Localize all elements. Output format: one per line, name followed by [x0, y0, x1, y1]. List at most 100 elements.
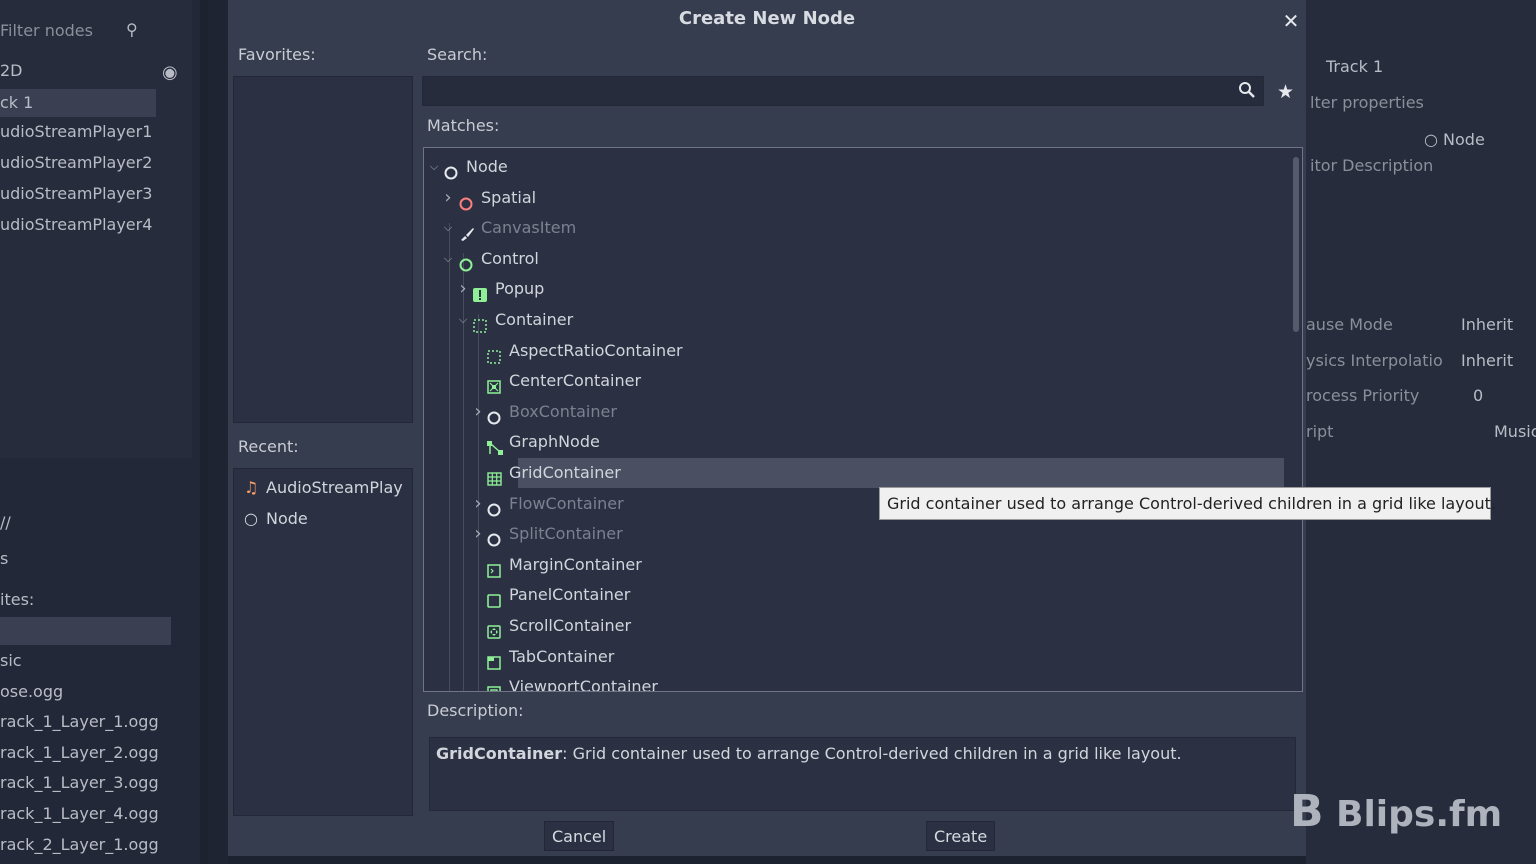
inspector-prop-value[interactable]: Inherit: [1461, 351, 1513, 370]
inspector-prop-name: rocess Priority: [1306, 386, 1420, 405]
recent-label: Recent:: [238, 437, 299, 456]
chevron-down-icon[interactable]: ⌵: [428, 152, 440, 182]
tree-item-popup[interactable]: › Popup: [424, 274, 1284, 304]
fs-path: //: [0, 513, 11, 532]
scene-filter-input[interactable]: Filter nodes: [0, 21, 93, 40]
tree-item-graphnode[interactable]: GraphNode: [424, 427, 1284, 457]
tree-item-control[interactable]: ⌵ Control: [424, 244, 1284, 274]
editor-gutter: [208, 0, 228, 864]
inspector-filter-input[interactable]: lter properties: [1310, 93, 1424, 112]
close-icon[interactable]: ✕: [1280, 10, 1302, 32]
chevron-down-icon[interactable]: ⌵: [442, 244, 454, 274]
chevron-down-icon[interactable]: ⌵: [442, 213, 454, 243]
tree-item-container[interactable]: ⌵ Container: [424, 305, 1284, 335]
flow-circle-icon: [487, 497, 503, 517]
search-icon: ⚲: [126, 20, 138, 39]
matches-label: Matches:: [427, 116, 500, 135]
create-button[interactable]: Create: [926, 821, 996, 851]
file-item[interactable]: rack_1_Layer_3.ogg: [0, 773, 159, 792]
split-circle-icon: [487, 527, 503, 547]
tab-container-icon: [487, 650, 503, 670]
inspector-editor-description: itor Description: [1310, 156, 1434, 175]
tree-item-viewportcontainer[interactable]: ViewportContainer: [424, 672, 1284, 692]
panel-container-icon: [487, 588, 503, 609]
chevron-right-icon[interactable]: ›: [472, 397, 484, 427]
tree-scrollbar[interactable]: [1293, 157, 1299, 332]
tree-item-label: GraphNode: [509, 432, 600, 452]
fs-selected-row[interactable]: [0, 617, 171, 645]
scroll-container-icon: [487, 619, 503, 639]
brush-icon: [459, 221, 475, 242]
grid-container-icon: [487, 466, 503, 486]
favorite-star-icon[interactable]: ★: [1277, 82, 1297, 102]
chevron-right-icon[interactable]: ›: [472, 519, 484, 549]
viewport-container-icon: [487, 680, 503, 691]
search-input[interactable]: [422, 76, 1264, 106]
search-icon: [1238, 80, 1256, 100]
tree-item-label: FlowContainer: [509, 493, 624, 513]
tree-item-label: PanelContainer: [509, 585, 631, 605]
tree-item-label: ViewportContainer: [509, 677, 658, 692]
tree-item-label: Control: [481, 248, 539, 268]
visibility-eye-icon[interactable]: ◉: [162, 62, 178, 83]
graph-node-icon: [487, 435, 503, 456]
tree-item-margincontainer[interactable]: MarginContainer: [424, 550, 1284, 580]
tree-item-label: CanvasItem: [481, 218, 577, 238]
scene-node-item[interactable]: ck 1: [0, 89, 156, 117]
cancel-button[interactable]: Cancel: [544, 821, 615, 851]
scene-node-item[interactable]: udioStreamPlayer4: [0, 215, 152, 234]
file-item[interactable]: ose.ogg: [0, 682, 63, 701]
chevron-right-icon[interactable]: ›: [442, 183, 454, 213]
spatial-circle-icon: [459, 191, 475, 211]
tree-item-node[interactable]: ⌵ Node: [424, 152, 1284, 182]
scene-node-item[interactable]: 2D: [0, 61, 23, 80]
scene-node-item[interactable]: udioStreamPlayer3: [0, 184, 152, 203]
description-text: : Grid container used to arrange Control…: [562, 744, 1182, 763]
file-item[interactable]: sic: [0, 651, 22, 670]
favorites-list[interactable]: [233, 76, 413, 423]
center-container-icon: [487, 374, 503, 394]
inspector-prop-value[interactable]: Music: [1494, 422, 1536, 441]
tree-item-label: SplitContainer: [509, 524, 623, 544]
box-circle-icon: [487, 405, 503, 425]
control-circle-icon: [459, 252, 475, 272]
fs-filter-input[interactable]: s: [0, 549, 8, 568]
file-item[interactable]: rack_1_Layer_4.ogg: [0, 804, 159, 823]
dialog-title: Create New Node: [678, 8, 856, 29]
tree-item-label: Node: [466, 157, 508, 176]
chevron-right-icon[interactable]: ›: [457, 274, 469, 304]
blips-logo-icon: B: [1290, 786, 1324, 837]
tree-item-label: Popup: [495, 279, 545, 299]
tree-item-spatial[interactable]: › Spatial: [424, 183, 1284, 213]
file-item[interactable]: rack_2_Layer_1.ogg: [0, 835, 159, 854]
tree-item-splitcontainer[interactable]: › SplitContainer: [424, 519, 1284, 549]
scene-node-item[interactable]: udioStreamPlayer2: [0, 153, 152, 172]
chevron-right-icon[interactable]: ›: [472, 489, 484, 519]
tree-item-aspectratiocontainer[interactable]: AspectRatioContainer: [424, 336, 1284, 366]
tree-item-gridcontainer[interactable]: GridContainer: [424, 458, 1284, 488]
scene-node-item[interactable]: udioStreamPlayer1: [0, 122, 152, 141]
audio-stream-icon: ♫: [244, 478, 259, 497]
matches-tree[interactable]: ⌵ Node › Spatial ⌵ CanvasItem ⌵ Control › Popup ⌵ C…: [423, 147, 1303, 692]
fs-favorites-label: ites:: [0, 590, 35, 609]
tooltip: Grid container used to arrange Control-d…: [879, 487, 1496, 520]
tree-item-label: BoxContainer: [509, 401, 617, 421]
tree-item-panelcontainer[interactable]: PanelContainer: [424, 580, 1284, 610]
tree-item-centercontainer[interactable]: CenterContainer: [424, 366, 1284, 396]
node-circle-icon: ○: [1424, 130, 1444, 149]
recent-item-audio-stream-player[interactable]: ♫ AudioStreamPlay: [244, 473, 403, 503]
inspector-prop-name: ause Mode: [1306, 315, 1393, 334]
blips-watermark: B Blips.fm: [1290, 786, 1503, 837]
inspector-prop-value[interactable]: Inherit: [1461, 315, 1513, 334]
chevron-down-icon[interactable]: ⌵: [457, 305, 469, 335]
tree-item-scrollcontainer[interactable]: ScrollContainer: [424, 611, 1284, 641]
tree-item-canvasitem[interactable]: ⌵ CanvasItem: [424, 213, 1284, 243]
tree-item-tabcontainer[interactable]: TabContainer: [424, 642, 1284, 672]
inspector-prop-name: ript: [1306, 421, 1334, 441]
tree-item-label: CenterContainer: [509, 371, 642, 391]
file-item[interactable]: rack_1_Layer_2.ogg: [0, 743, 159, 762]
tree-item-boxcontainer[interactable]: › BoxContainer: [424, 397, 1284, 427]
file-item[interactable]: rack_1_Layer_1.ogg: [0, 712, 159, 731]
inspector-prop-value[interactable]: 0: [1473, 386, 1483, 405]
recent-item-node[interactable]: ○ Node: [244, 504, 308, 534]
